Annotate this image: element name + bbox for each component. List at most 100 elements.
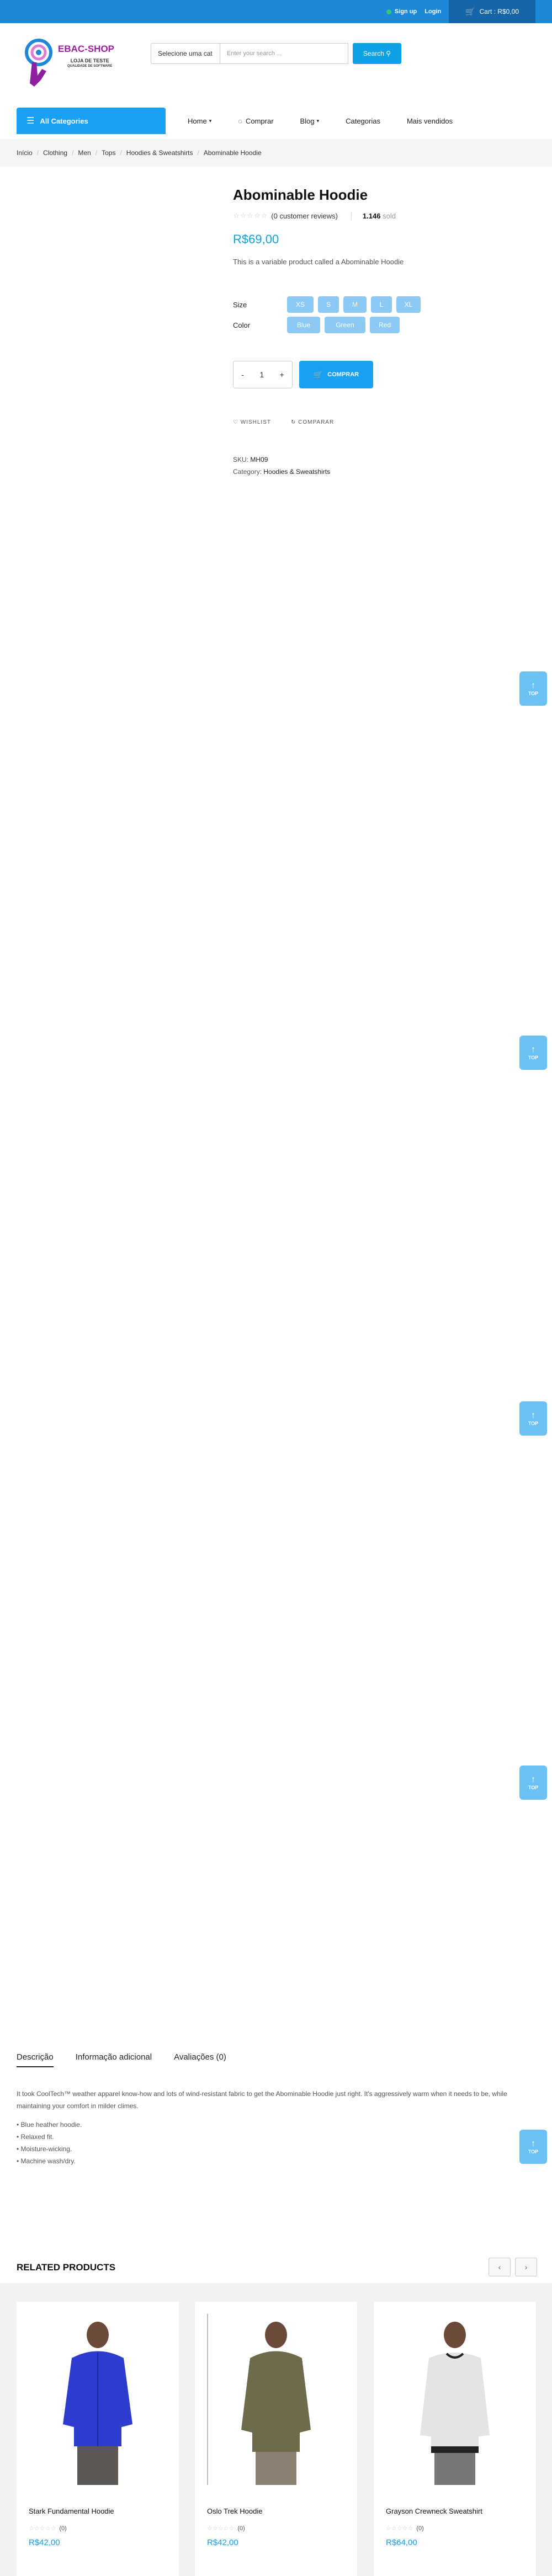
scroll-to-top-button[interactable]: ↑TOP	[519, 1401, 547, 1436]
rating-stars-icon: ☆☆☆☆☆ (0)	[207, 2525, 245, 2532]
login-link[interactable]: Login	[424, 8, 441, 15]
logo-hand-icon	[25, 39, 52, 87]
rating-stars-icon: ☆☆☆☆☆ (0)	[29, 2525, 67, 2532]
product-card[interactable]: Oslo Trek Hoodie ☆☆☆☆☆ (0) R$42,00	[195, 2302, 357, 2576]
size-option-m[interactable]: M	[343, 296, 367, 313]
product-image[interactable]	[396, 2314, 514, 2485]
carousel-prev-button[interactable]: ‹	[489, 2258, 511, 2276]
scroll-to-top-button[interactable]: ↑TOP	[519, 1036, 547, 1070]
size-option-s[interactable]: S	[318, 296, 339, 313]
bag-icon: ◌	[238, 116, 242, 125]
size-option-xl[interactable]: XL	[396, 296, 421, 313]
rating-row: ☆☆☆☆☆ (0 customer reviews) 1.146 sold	[233, 211, 531, 220]
list-item: • Relaxed fit.	[17, 2133, 54, 2141]
list-item: • Blue heather hoodie.	[17, 2121, 82, 2129]
product-name[interactable]: Grayson Crewneck Sweatshirt	[386, 2507, 482, 2515]
minus-icon[interactable]: -	[241, 370, 244, 379]
all-categories-button[interactable]: ☰ All Categories	[17, 108, 166, 134]
plus-icon[interactable]: +	[280, 370, 284, 379]
product-price: R$69,00	[233, 232, 279, 246]
tab-informacao-adicional[interactable]: Informação adicional	[76, 2052, 152, 2067]
description-bullets: • Blue heather hoodie. • Relaxed fit. • …	[17, 2119, 524, 2167]
related-products-title: RELATED PRODUCTS	[17, 2262, 116, 2273]
product-title: Abominable Hoodie	[233, 186, 368, 203]
breadcrumb-item[interactable]: Hoodies & Sweatshirts	[126, 149, 193, 157]
quantity-stepper[interactable]: - 1 +	[233, 361, 293, 388]
nav-item-blog[interactable]: Blog ▾	[300, 117, 320, 125]
rating-stars-icon: ☆☆☆☆☆	[233, 211, 268, 220]
search-category-select[interactable]: Selecione uma cat	[151, 43, 220, 64]
site-logo[interactable]: EBAC-SHOP LOJA DE TESTE QUALIDADE DE SOF…	[22, 36, 121, 97]
chevron-right-icon: ›	[524, 2263, 528, 2271]
breadcrumb-item[interactable]: Início	[17, 149, 33, 157]
size-selector: Size XS S M L XL	[233, 296, 425, 313]
compare-link[interactable]: ↻ COMPARAR	[291, 419, 334, 425]
buy-button[interactable]: 🛒 COMPRAR	[299, 361, 373, 388]
color-option-red[interactable]: Red	[370, 317, 400, 333]
tab-descricao[interactable]: Descrição	[17, 2052, 54, 2067]
breadcrumb-item[interactable]: Clothing	[43, 149, 67, 157]
category-row: Category: Hoodies & Sweatshirts	[233, 468, 331, 476]
arrow-up-icon: ↑	[531, 1775, 535, 1784]
color-option-green[interactable]: Green	[325, 317, 365, 333]
scroll-to-top-button[interactable]: ↑TOP	[519, 1766, 547, 1800]
rating-stars-icon: ☆☆☆☆☆ (0)	[386, 2525, 424, 2532]
logo-tagline: LOJA DE TESTE QUALIDADE DE SOFTWARE	[67, 58, 113, 68]
product-price: R$42,00	[29, 2538, 60, 2547]
product-meta: SKU: MH09 Category: Hoodies & Sweatshirt…	[233, 454, 330, 478]
quantity-value[interactable]: 1	[259, 370, 264, 379]
carousel-next-button[interactable]: ›	[515, 2258, 537, 2276]
product-image[interactable]	[39, 2314, 157, 2485]
search-icon: ⚲	[386, 50, 391, 57]
arrow-up-icon: ↑	[531, 1411, 535, 1420]
nav-item-categorias[interactable]: Categorias	[346, 117, 380, 125]
main-navigation: ☰ All Categories Home ▾ ◌ Comprar Blog ▾ Cat…	[0, 108, 552, 134]
category-link[interactable]: Hoodies & Sweatshirts	[263, 468, 330, 476]
cart-icon: 🛒	[465, 7, 475, 16]
product-short-description: This is a variable product called a Abom…	[233, 258, 404, 266]
arrow-up-icon: ↑	[531, 681, 535, 690]
online-dot-icon	[386, 9, 391, 14]
search-bar: Selecione uma cat Enter your search ... …	[151, 43, 401, 64]
signup-link[interactable]: Sign up	[386, 8, 417, 15]
reviews-link[interactable]: (0 customer reviews)	[271, 212, 338, 220]
chevron-down-icon: ▾	[316, 118, 320, 124]
search-input[interactable]: Enter your search ...	[220, 43, 348, 64]
logo-name: EBAC-SHOP	[58, 44, 115, 54]
size-option-xs[interactable]: XS	[287, 296, 314, 313]
scroll-to-top-button[interactable]: ↑TOP	[519, 671, 547, 706]
cart-icon: 🛒	[313, 370, 323, 379]
breadcrumb-item[interactable]: Tops	[102, 149, 115, 157]
menu-icon: ☰	[26, 116, 35, 126]
search-button[interactable]: Search ⚲	[353, 43, 401, 64]
cart-button[interactable]: 🛒 Cart : R$0,00	[449, 0, 535, 23]
list-item: • Machine wash/dry.	[17, 2157, 76, 2165]
refresh-icon: ↻	[290, 419, 296, 425]
color-option-blue[interactable]: Blue	[287, 317, 320, 333]
wishlist-link[interactable]: ♡ WISHLIST	[233, 419, 271, 425]
arrow-up-icon: ↑	[531, 1045, 535, 1054]
heart-icon: ♡	[233, 419, 238, 425]
size-option-l[interactable]: L	[371, 296, 392, 313]
color-selector: Color Blue Green Red	[233, 317, 404, 333]
product-price: R$42,00	[207, 2538, 238, 2547]
product-image[interactable]	[217, 2314, 335, 2485]
product-card[interactable]: Grayson Crewneck Sweatshirt ☆☆☆☆☆ (0) R$6…	[374, 2302, 536, 2576]
carousel-controls: ‹ ›	[484, 2258, 537, 2276]
nav-item-mais-vendidos[interactable]: Mais vendidos	[407, 117, 453, 125]
product-name[interactable]: Oslo Trek Hoodie	[207, 2507, 262, 2515]
nav-item-home[interactable]: Home ▾	[188, 117, 211, 125]
tab-description-panel: It took CoolTech™ weather apparel know-h…	[17, 2088, 524, 2167]
add-to-cart-form: - 1 + 🛒 COMPRAR	[233, 361, 373, 388]
tab-avaliacoes[interactable]: Avaliações (0)	[174, 2052, 226, 2067]
breadcrumb-item[interactable]: Men	[78, 149, 91, 157]
description-text: It took CoolTech™ weather apparel know-h…	[17, 2090, 507, 2110]
sku-row: SKU: MH09	[233, 456, 268, 463]
product-name[interactable]: Stark Fundamental Hoodie	[29, 2507, 114, 2515]
list-item: • Moisture-wicking.	[17, 2145, 72, 2153]
product-card[interactable]: Stark Fundamental Hoodie ☆☆☆☆☆ (0) R$42,0…	[17, 2302, 179, 2576]
product-price: R$64,00	[386, 2538, 417, 2547]
nav-item-comprar[interactable]: ◌ Comprar	[238, 117, 273, 125]
top-bar: Sign up Login 🛒 Cart : R$0,00	[0, 0, 552, 23]
wishlist-compare-row: ♡ WISHLIST ↻ COMPARAR	[233, 419, 354, 425]
